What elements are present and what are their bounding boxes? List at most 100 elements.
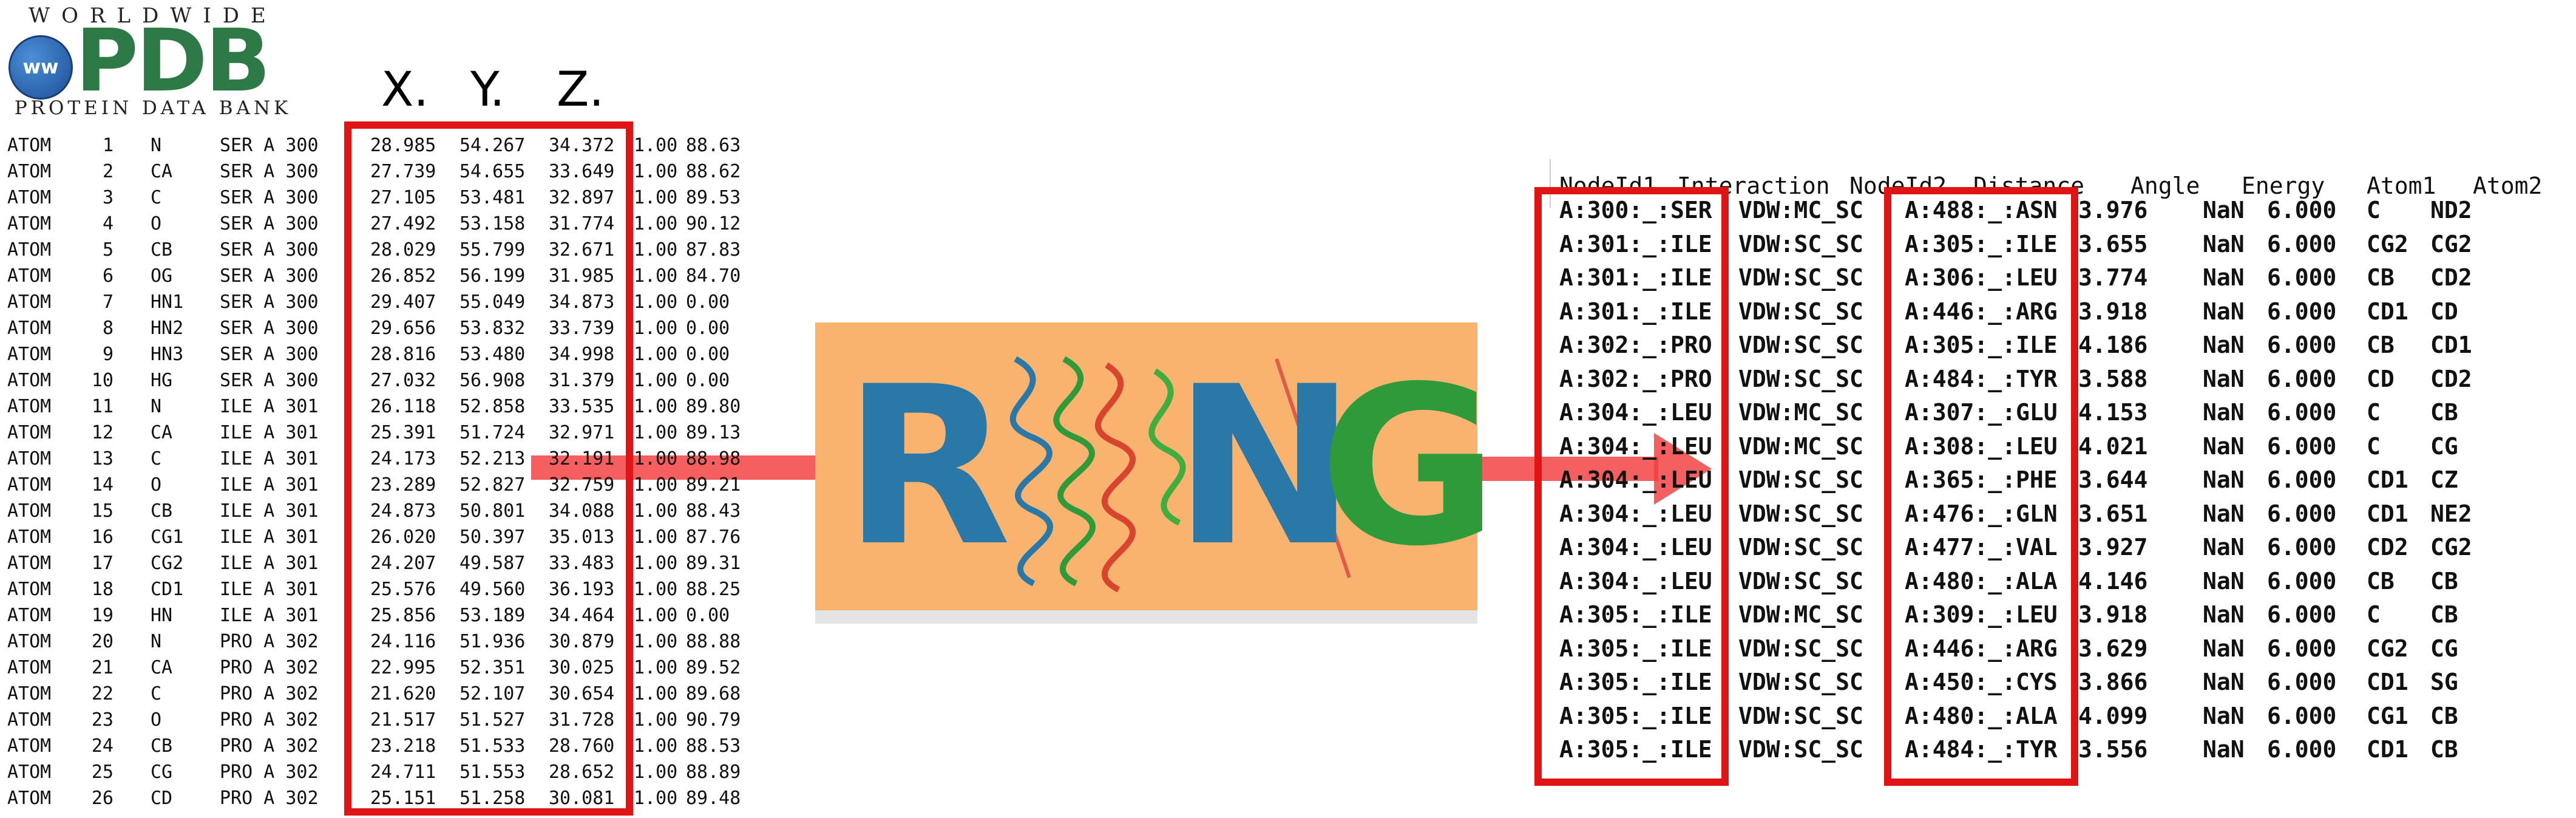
atom-record-cell: ILE A 301 [220, 605, 319, 626]
atom-record-cell: 15 [91, 500, 114, 522]
atom-record-cell: SER A 300 [220, 370, 319, 391]
atom-record-cell: ILE A 301 [220, 448, 319, 469]
atom-record-cell: C [151, 683, 162, 704]
logo-bottom-text: PROTEIN DATA BANK [14, 97, 292, 119]
atom-record-cell: PRO A 302 [220, 683, 319, 704]
atom-record-cell: ATOM [7, 735, 52, 757]
atom-record-cell: ILE A 301 [220, 474, 319, 496]
atom-record-cell: 1.00 [634, 605, 678, 626]
atom-record-cell: ATOM [7, 161, 52, 182]
ring-interaction-cell: 6.000 [2267, 365, 2337, 392]
atom-record-cell: 87.76 [686, 527, 741, 548]
atom-record-cell: 88.62 [686, 161, 741, 182]
ring-interaction-cell: CB [2367, 332, 2395, 358]
atom-record-cell: ILE A 301 [220, 527, 319, 548]
atom-record-cell: ATOM [7, 422, 52, 443]
ring-interaction-cell: 3.918 [2078, 601, 2148, 628]
atom-record-cell: 7 [102, 291, 114, 313]
ring-interaction-cell: NaN [2203, 466, 2245, 493]
atom-record-cell: CB [151, 500, 173, 522]
ring-interaction-cell: NaN [2203, 567, 2245, 595]
atom-record-cell: 1.00 [634, 709, 678, 731]
ring-interaction-cell: 6.000 [2267, 197, 2337, 223]
ring-interaction-cell: CD1 [2430, 332, 2472, 358]
ring-interaction-cell: 4.153 [2078, 399, 2148, 426]
atom-record-cell: 1.00 [634, 683, 678, 704]
ring-interaction-cell: VDW:SC_SC [1738, 365, 1863, 392]
atom-record-cell: CG [151, 762, 173, 783]
atom-record-cell: 1.00 [634, 135, 678, 156]
atom-record-cell: 88.88 [686, 631, 741, 652]
atom-record-cell: ATOM [7, 396, 52, 417]
atom-record-cell: 19 [91, 605, 114, 626]
atom-record-cell: ATOM [7, 553, 52, 574]
nodeid2-highlight-box [1884, 187, 2078, 786]
x-axis-label: X. [381, 63, 429, 117]
atom-record-cell: CD [151, 788, 173, 809]
ring-interaction-cell: CB [2430, 736, 2458, 763]
atom-record-cell: 1.00 [634, 527, 678, 548]
atom-record-cell: 1.00 [634, 187, 678, 208]
ring-interaction-cell: 3.629 [2078, 635, 2148, 662]
atom-record-cell: 1.00 [634, 239, 678, 261]
ring-interaction-cell: CD [2367, 365, 2395, 392]
atom-record-cell: SER A 300 [220, 318, 319, 339]
ring-interaction-cell: CG2 [2430, 230, 2472, 257]
atom-record-cell: 21 [91, 657, 114, 678]
ring-interaction-cell: CD2 [2430, 264, 2472, 291]
ring-interaction-cell: 6.000 [2267, 601, 2337, 628]
atom-record-cell: ATOM [7, 187, 52, 208]
ring-interaction-cell: VDW:SC_SC [1738, 264, 1863, 291]
ring-interaction-cell: CG2 [2367, 635, 2408, 662]
ring-interaction-cell: 3.655 [2078, 230, 2148, 257]
atom-record-cell: ATOM [7, 291, 52, 313]
atom-record-cell: 89.80 [686, 396, 741, 417]
globe-icon: ww [8, 35, 73, 100]
atom-record-cell: 90.12 [686, 213, 741, 234]
panel-divider [815, 610, 1477, 624]
atom-record-cell: O [151, 709, 162, 731]
atom-record-cell: SER A 300 [220, 135, 319, 156]
atom-record-cell: 8 [102, 318, 114, 339]
atom-record-cell: 1.00 [634, 213, 678, 234]
atom-record-cell: ATOM [7, 370, 52, 391]
logo-badge-text: ww [22, 55, 59, 78]
ring-interaction-cell: CD1 [2367, 500, 2408, 527]
ring-interaction-cell: CB [2367, 567, 2395, 595]
atom-record-cell: 88.89 [686, 762, 741, 783]
atom-record-cell: ILE A 301 [220, 396, 319, 417]
atom-record-cell: SER A 300 [220, 344, 319, 365]
ring-letter-r: R [843, 339, 1012, 594]
ring-interaction-cell: CG1 [2367, 702, 2408, 729]
atom-record-cell: CB [151, 239, 173, 261]
atom-record-cell: ATOM [7, 500, 52, 522]
ring-interaction-cell: 6.000 [2267, 466, 2337, 493]
z-axis-label: Z. [557, 63, 605, 117]
atom-record-cell: 24 [91, 735, 114, 757]
ring-interaction-cell: NaN [2203, 601, 2245, 628]
ring-interaction-cell: 6.000 [2267, 399, 2337, 426]
atom-record-cell: ATOM [7, 657, 52, 678]
ring-interaction-cell: VDW:MC_SC [1738, 197, 1863, 223]
ring-interaction-cell: NaN [2203, 534, 2245, 561]
ring-interaction-cell: 6.000 [2267, 635, 2337, 662]
atom-record-cell: 0.00 [686, 344, 730, 365]
atom-record-cell: 1.00 [634, 318, 678, 339]
atom-record-cell: 88.63 [686, 135, 741, 156]
ring-interaction-cell: CG [2430, 432, 2458, 460]
ring-interaction-cell: ND2 [2430, 197, 2472, 223]
atom-record-cell: 90.79 [686, 709, 741, 731]
ring-interaction-cell: NE2 [2430, 500, 2472, 527]
ring-interaction-cell: 6.000 [2267, 432, 2337, 460]
atom-record-cell: 10 [91, 370, 114, 391]
atom-record-cell: 1.00 [634, 344, 678, 365]
atom-record-cell: 22 [91, 683, 114, 704]
atom-record-cell: ATOM [7, 135, 52, 156]
ring-interaction-cell: 3.644 [2078, 466, 2148, 493]
xyz-highlight-box [344, 121, 633, 816]
ring-interaction-cell: 3.651 [2078, 500, 2148, 527]
ring-interaction-cell: 4.099 [2078, 702, 2148, 729]
atom-record-cell: SER A 300 [220, 213, 319, 234]
atom-record-cell: CA [151, 422, 173, 443]
ring-interaction-cell: CG2 [2430, 534, 2472, 561]
